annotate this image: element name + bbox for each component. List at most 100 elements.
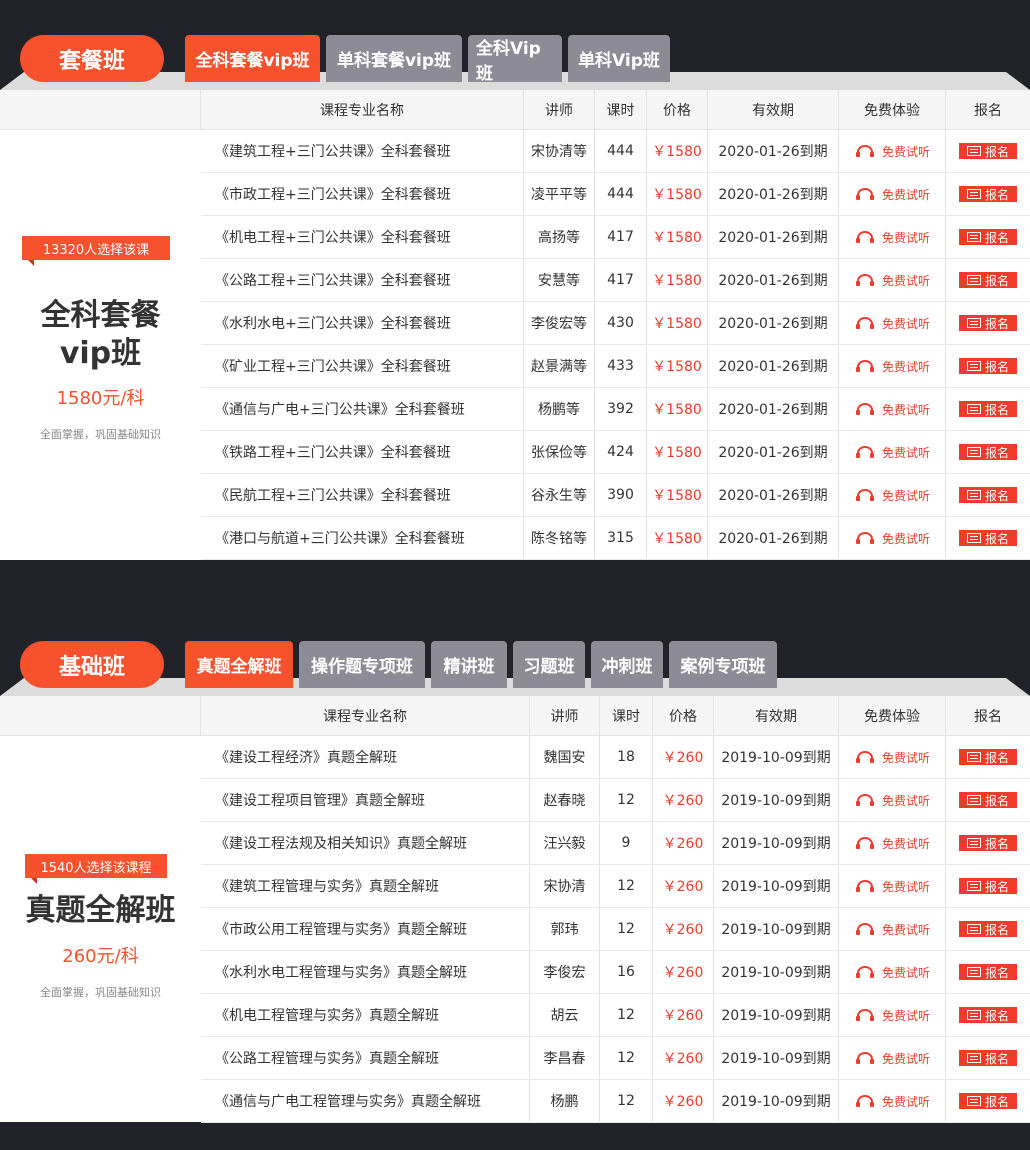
cell-trial: 免费试听	[838, 779, 945, 821]
signup-button[interactable]: 报名	[959, 1007, 1017, 1023]
signup-label: 报名	[984, 1094, 1009, 1109]
headphones-icon	[855, 532, 874, 544]
signup-button[interactable]: 报名	[959, 835, 1017, 851]
free-trial-link[interactable]: 免费试听	[854, 1007, 930, 1024]
cell-signup: 报名	[945, 345, 1030, 387]
cell-hours: 12	[599, 1037, 652, 1079]
signup-button[interactable]: 报名	[959, 315, 1017, 331]
free-trial-link[interactable]: 免费试听	[854, 878, 930, 895]
free-trial-link[interactable]: 免费试听	[854, 792, 930, 809]
free-trial-link[interactable]: 免费试听	[854, 1093, 930, 1110]
cell-name: 《建设工程经济》真题全解班	[215, 750, 397, 766]
cell-hours: 12	[599, 865, 652, 907]
free-trial-link[interactable]: 免费试听	[854, 487, 930, 504]
signup-button[interactable]: 报名	[959, 444, 1017, 460]
grid-icon	[966, 275, 981, 285]
free-trial-link[interactable]: 免费试听	[854, 315, 930, 332]
free-trial-label: 免费试听	[881, 359, 930, 374]
table-row: 《铁路工程+三门公共课》全科套餐班 张保俭等 424 ￥1580 2020-01-26到…	[201, 431, 1030, 474]
tab-5[interactable]: 冲刺班	[591, 641, 663, 688]
free-trial-link[interactable]: 免费试听	[854, 272, 930, 289]
signup-button[interactable]: 报名	[959, 186, 1017, 202]
cell-valid: 2019-10-09到期	[713, 1037, 838, 1079]
cell-hours: 315	[594, 517, 646, 559]
package-desc: 全面掌握，巩固基础知识	[40, 428, 161, 441]
cell-signup: 报名	[945, 865, 1030, 907]
free-trial-link[interactable]: 免费试听	[854, 1050, 930, 1067]
free-trial-link[interactable]: 免费试听	[854, 749, 930, 766]
table-row: 《机电工程+三门公共课》全科套餐班 高扬等 417 ￥1580 2020-01-26到期…	[201, 216, 1030, 259]
tab-2[interactable]: 单科套餐vip班	[326, 35, 462, 82]
signup-button[interactable]: 报名	[959, 964, 1017, 980]
tab-1[interactable]: 真题全解班	[185, 641, 293, 688]
signup-button[interactable]: 报名	[959, 792, 1017, 808]
free-trial-label: 免费试听	[881, 1051, 930, 1066]
signup-button[interactable]: 报名	[959, 878, 1017, 894]
signup-button[interactable]: 报名	[959, 358, 1017, 374]
free-trial-link[interactable]: 免费试听	[854, 143, 930, 160]
signup-button[interactable]: 报名	[959, 272, 1017, 288]
headphones-icon	[855, 360, 874, 372]
table-row: 《建设工程经济》真题全解班 魏国安 18 ￥260 2019-10-09到期 免费试听 报名	[201, 736, 1030, 779]
free-trial-label: 免费试听	[881, 273, 930, 288]
signup-button[interactable]: 报名	[959, 229, 1017, 245]
signup-button[interactable]: 报名	[959, 749, 1017, 765]
headphones-icon	[855, 489, 874, 501]
basic-title: 真题全解班	[25, 893, 176, 928]
cell-hours: 12	[599, 1080, 652, 1122]
cell-teacher: 安慧等	[523, 259, 594, 301]
header-name: 课程专业名称	[323, 708, 407, 725]
cell-hours: 417	[594, 259, 646, 301]
signup-button[interactable]: 报名	[959, 921, 1017, 937]
tab-1[interactable]: 全科套餐vip班	[185, 35, 320, 82]
tab-4[interactable]: 单科Vip班	[568, 35, 670, 82]
signup-label: 报名	[984, 836, 1009, 851]
cell-teacher: 李俊宏等	[523, 302, 594, 344]
header-price: 价格	[652, 696, 713, 735]
cell-trial: 免费试听	[838, 517, 945, 559]
table-row: 《矿业工程+三门公共课》全科套餐班 赵景满等 433 ￥1580 2020-01-26到…	[201, 345, 1030, 388]
free-trial-link[interactable]: 免费试听	[854, 444, 930, 461]
grid-icon	[966, 1010, 981, 1020]
signup-button[interactable]: 报名	[959, 530, 1017, 546]
enroll-count-badge: 1540人选择该课程	[25, 854, 167, 884]
cell-name: 《机电工程管理与实务》真题全解班	[215, 1008, 439, 1024]
tab-3[interactable]: 全科Vip班	[468, 35, 562, 84]
free-trial-label: 免费试听	[881, 879, 930, 894]
tab-3[interactable]: 精讲班	[431, 641, 507, 688]
cell-valid: 2019-10-09到期	[713, 865, 838, 907]
grid-icon	[966, 924, 981, 934]
cell-price: ￥1580	[646, 130, 707, 172]
header-trial: 免费体验	[838, 696, 945, 735]
headphones-icon	[855, 145, 874, 157]
cell-hours: 424	[594, 431, 646, 473]
header-teacher: 讲师	[529, 696, 599, 735]
headphones-icon	[855, 880, 874, 892]
free-trial-link[interactable]: 免费试听	[854, 358, 930, 375]
free-trial-link[interactable]: 免费试听	[854, 401, 930, 418]
free-trial-link[interactable]: 免费试听	[854, 964, 930, 981]
cell-signup: 报名	[945, 822, 1030, 864]
free-trial-link[interactable]: 免费试听	[854, 921, 930, 938]
cell-signup: 报名	[945, 736, 1030, 778]
free-trial-link[interactable]: 免费试听	[854, 530, 930, 547]
grid-icon	[966, 1053, 981, 1063]
free-trial-link[interactable]: 免费试听	[854, 186, 930, 203]
header-price: 价格	[646, 90, 707, 129]
tab-4[interactable]: 习题班	[513, 641, 585, 688]
signup-button[interactable]: 报名	[959, 1050, 1017, 1066]
signup-button[interactable]: 报名	[959, 487, 1017, 503]
grid-icon	[966, 881, 981, 891]
table-row: 《水利水电工程管理与实务》真题全解班 李俊宏 16 ￥260 2019-10-09到期 免…	[201, 951, 1030, 994]
table-row: 《民航工程+三门公共课》全科套餐班 谷永生等 390 ￥1580 2020-01-26到…	[201, 474, 1030, 517]
signup-button[interactable]: 报名	[959, 401, 1017, 417]
tab-2[interactable]: 操作题专项班	[299, 641, 425, 688]
cell-price: ￥1580	[646, 302, 707, 344]
free-trial-link[interactable]: 免费试听	[854, 835, 930, 852]
free-trial-link[interactable]: 免费试听	[854, 229, 930, 246]
signup-button[interactable]: 报名	[959, 143, 1017, 159]
cell-teacher: 张保俭等	[523, 431, 594, 473]
table-row: 《建筑工程管理与实务》真题全解班 宋协清 12 ￥260 2019-10-09到期 免费试…	[201, 865, 1030, 908]
signup-button[interactable]: 报名	[959, 1093, 1017, 1109]
tab-6[interactable]: 案例专项班	[669, 641, 777, 688]
